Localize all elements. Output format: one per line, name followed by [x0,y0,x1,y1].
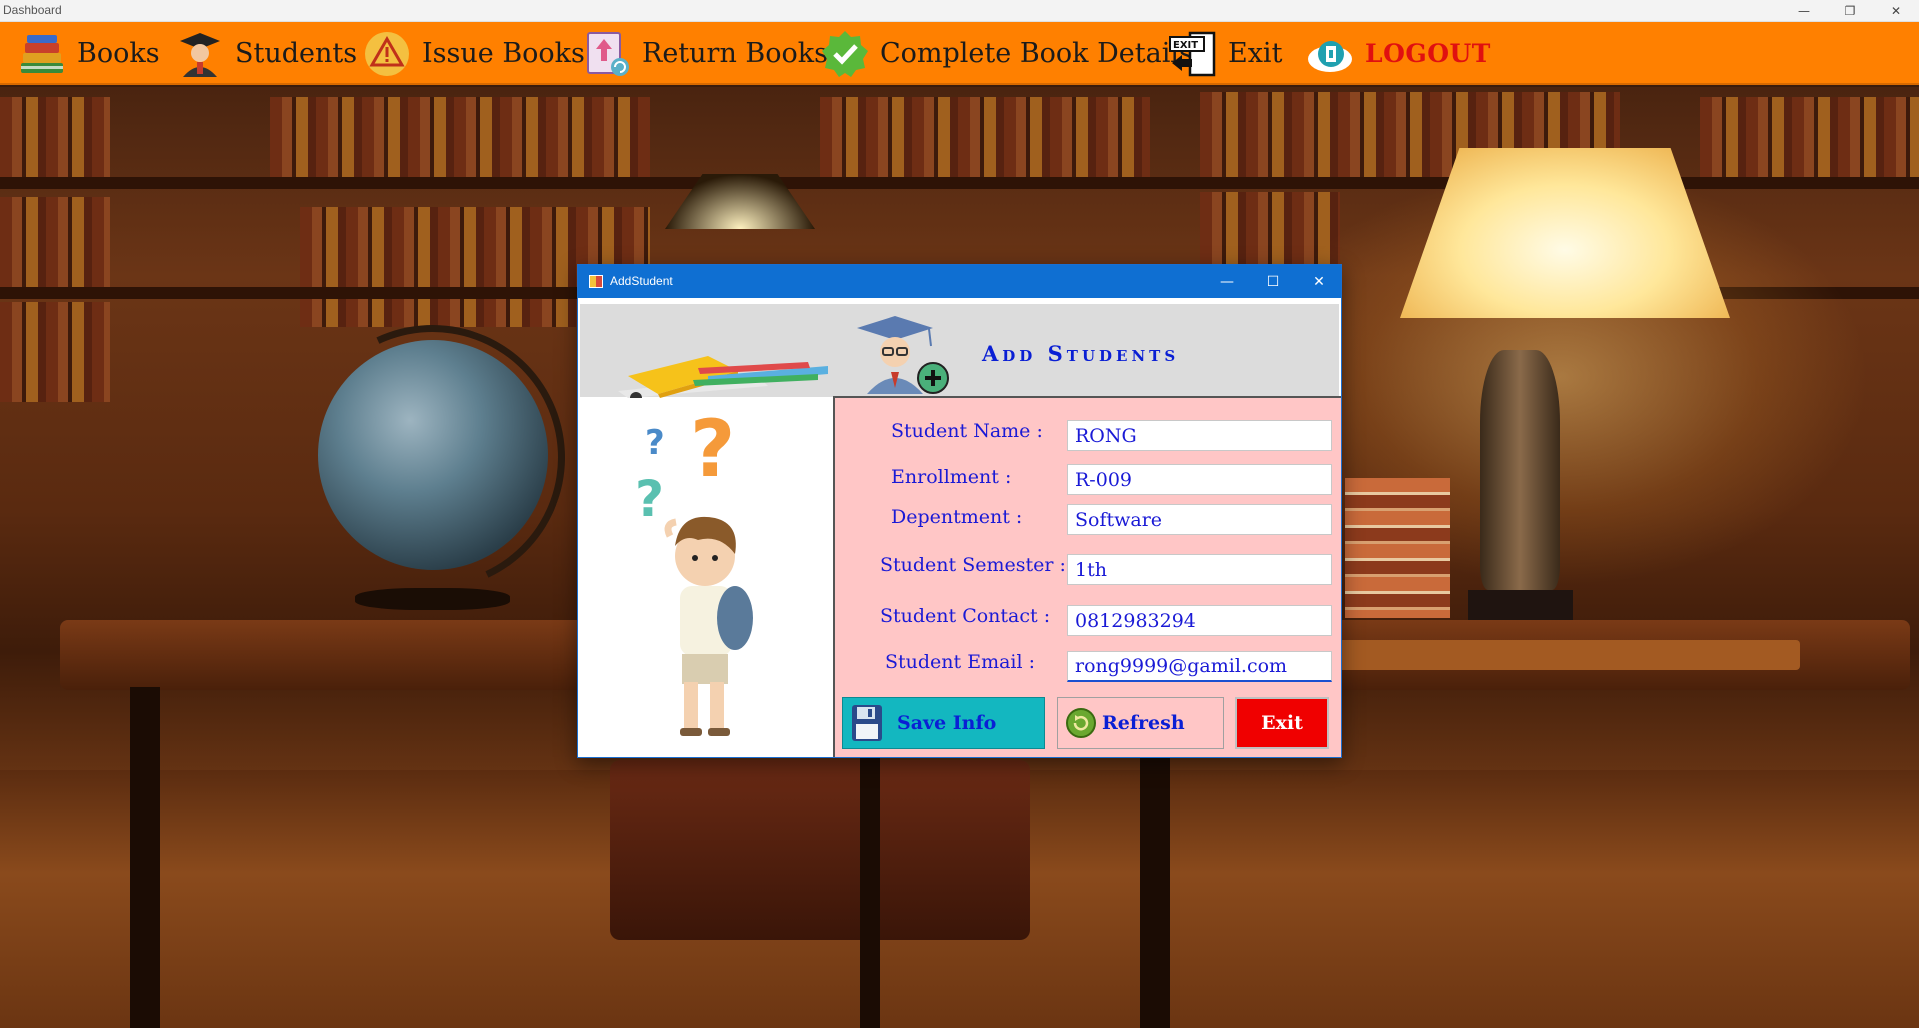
refresh-button[interactable]: Refresh [1057,697,1224,749]
main-menu-bar: Books Students Issue Books Return Books … [0,22,1919,85]
books-stack-icon [17,29,67,79]
menu-exit-label: Exit [1228,38,1283,69]
student-form-panel: Student Name : Enrollment : Depentment :… [833,396,1341,757]
graduate-student-icon [175,29,225,79]
add-students-heading: Add Students [982,341,1180,366]
refresh-label: Refresh [1102,712,1185,734]
semester-label: Student Semester : [880,554,1066,576]
svg-text:?: ? [690,406,735,495]
contact-input[interactable] [1067,605,1332,636]
menu-books-label: Books [77,38,160,69]
menu-item-return-books[interactable]: Return Books [582,22,828,85]
return-book-icon [582,29,632,79]
globe [318,340,548,570]
menu-complete-book-details-label: Complete Book Details [880,38,1193,69]
books-illustration-icon [618,356,828,401]
department-label: Depentment : [891,506,1023,528]
warning-triangle-icon [362,29,412,79]
dialog-close-button[interactable]: ✕ [1296,265,1342,298]
window-close-button[interactable]: ✕ [1873,0,1919,22]
menu-item-complete-book-details[interactable]: Complete Book Details [820,22,1193,85]
bookshelf [270,97,650,187]
save-info-label: Save Info [897,712,997,734]
enrollment-label: Enrollment : [891,466,1012,488]
menu-item-exit[interactable]: EXIT Exit [1168,22,1282,85]
dialog-minimize-button[interactable]: — [1204,265,1250,298]
menu-item-issue-books[interactable]: Issue Books [362,22,585,85]
bookshelf [820,97,1150,177]
menu-issue-books-label: Issue Books [422,38,585,69]
menu-return-books-label: Return Books [642,38,828,69]
bookshelf [1700,97,1919,177]
semester-input[interactable] [1067,554,1332,585]
graduate-add-icon [857,316,949,394]
email-label: Student Email : [885,651,1036,673]
window-title: Dashboard [3,3,62,17]
globe-stand [355,588,510,610]
statue [1480,350,1560,590]
enrollment-input[interactable] [1067,464,1332,495]
student-name-label: Student Name : [891,420,1043,442]
exit-button[interactable]: Exit [1235,697,1329,749]
department-input[interactable] [1067,504,1332,535]
logout-icon [1305,29,1355,79]
svg-text:EXIT: EXIT [1173,40,1198,51]
checkmark-badge-icon [820,29,870,79]
window-minimize-button[interactable]: — [1781,0,1827,22]
dialog-maximize-button[interactable]: ☐ [1250,265,1296,298]
email-input[interactable] [1067,651,1332,682]
bookshelf [0,197,110,287]
svg-text:?: ? [635,470,664,528]
menu-logout-label: LOGOUT [1365,39,1491,68]
desk-leg [130,687,160,1028]
exit-door-icon: EXIT [1168,29,1218,79]
menu-item-books[interactable]: Books [17,22,160,85]
bookshelf [0,97,110,177]
add-student-dialog: AddStudent — ☐ ✕ Add Students ? ? ? Stud… [577,264,1342,758]
bookshelf [0,302,110,402]
shelf-board [0,287,660,299]
confused-student-icon: ? ? ? [635,406,753,736]
student-illustration-panel: ? ? ? [580,398,833,757]
window-controls: — ❐ ✕ [1781,0,1919,22]
chair [610,760,1030,940]
contact-label: Student Contact : [880,605,1051,627]
svg-text:?: ? [645,423,665,463]
menu-item-students[interactable]: Students [175,22,357,85]
floppy-disk-icon [852,705,882,741]
window-restore-button[interactable]: ❐ [1827,0,1873,22]
save-info-button[interactable]: Save Info [842,697,1045,749]
book-stack [1345,478,1450,618]
exit-label: Exit [1261,712,1303,734]
refresh-icon [1066,708,1096,738]
dialog-title: AddStudent [610,274,673,288]
menu-students-label: Students [235,38,358,69]
dialog-titlebar: AddStudent — ☐ ✕ [578,265,1341,298]
app-icon [589,275,603,288]
window-titlebar: Dashboard — ❐ ✕ [0,0,1919,22]
dialog-header-banner: Add Students [580,302,1339,401]
menu-item-logout[interactable]: LOGOUT [1305,22,1491,85]
student-name-input[interactable] [1067,420,1332,451]
